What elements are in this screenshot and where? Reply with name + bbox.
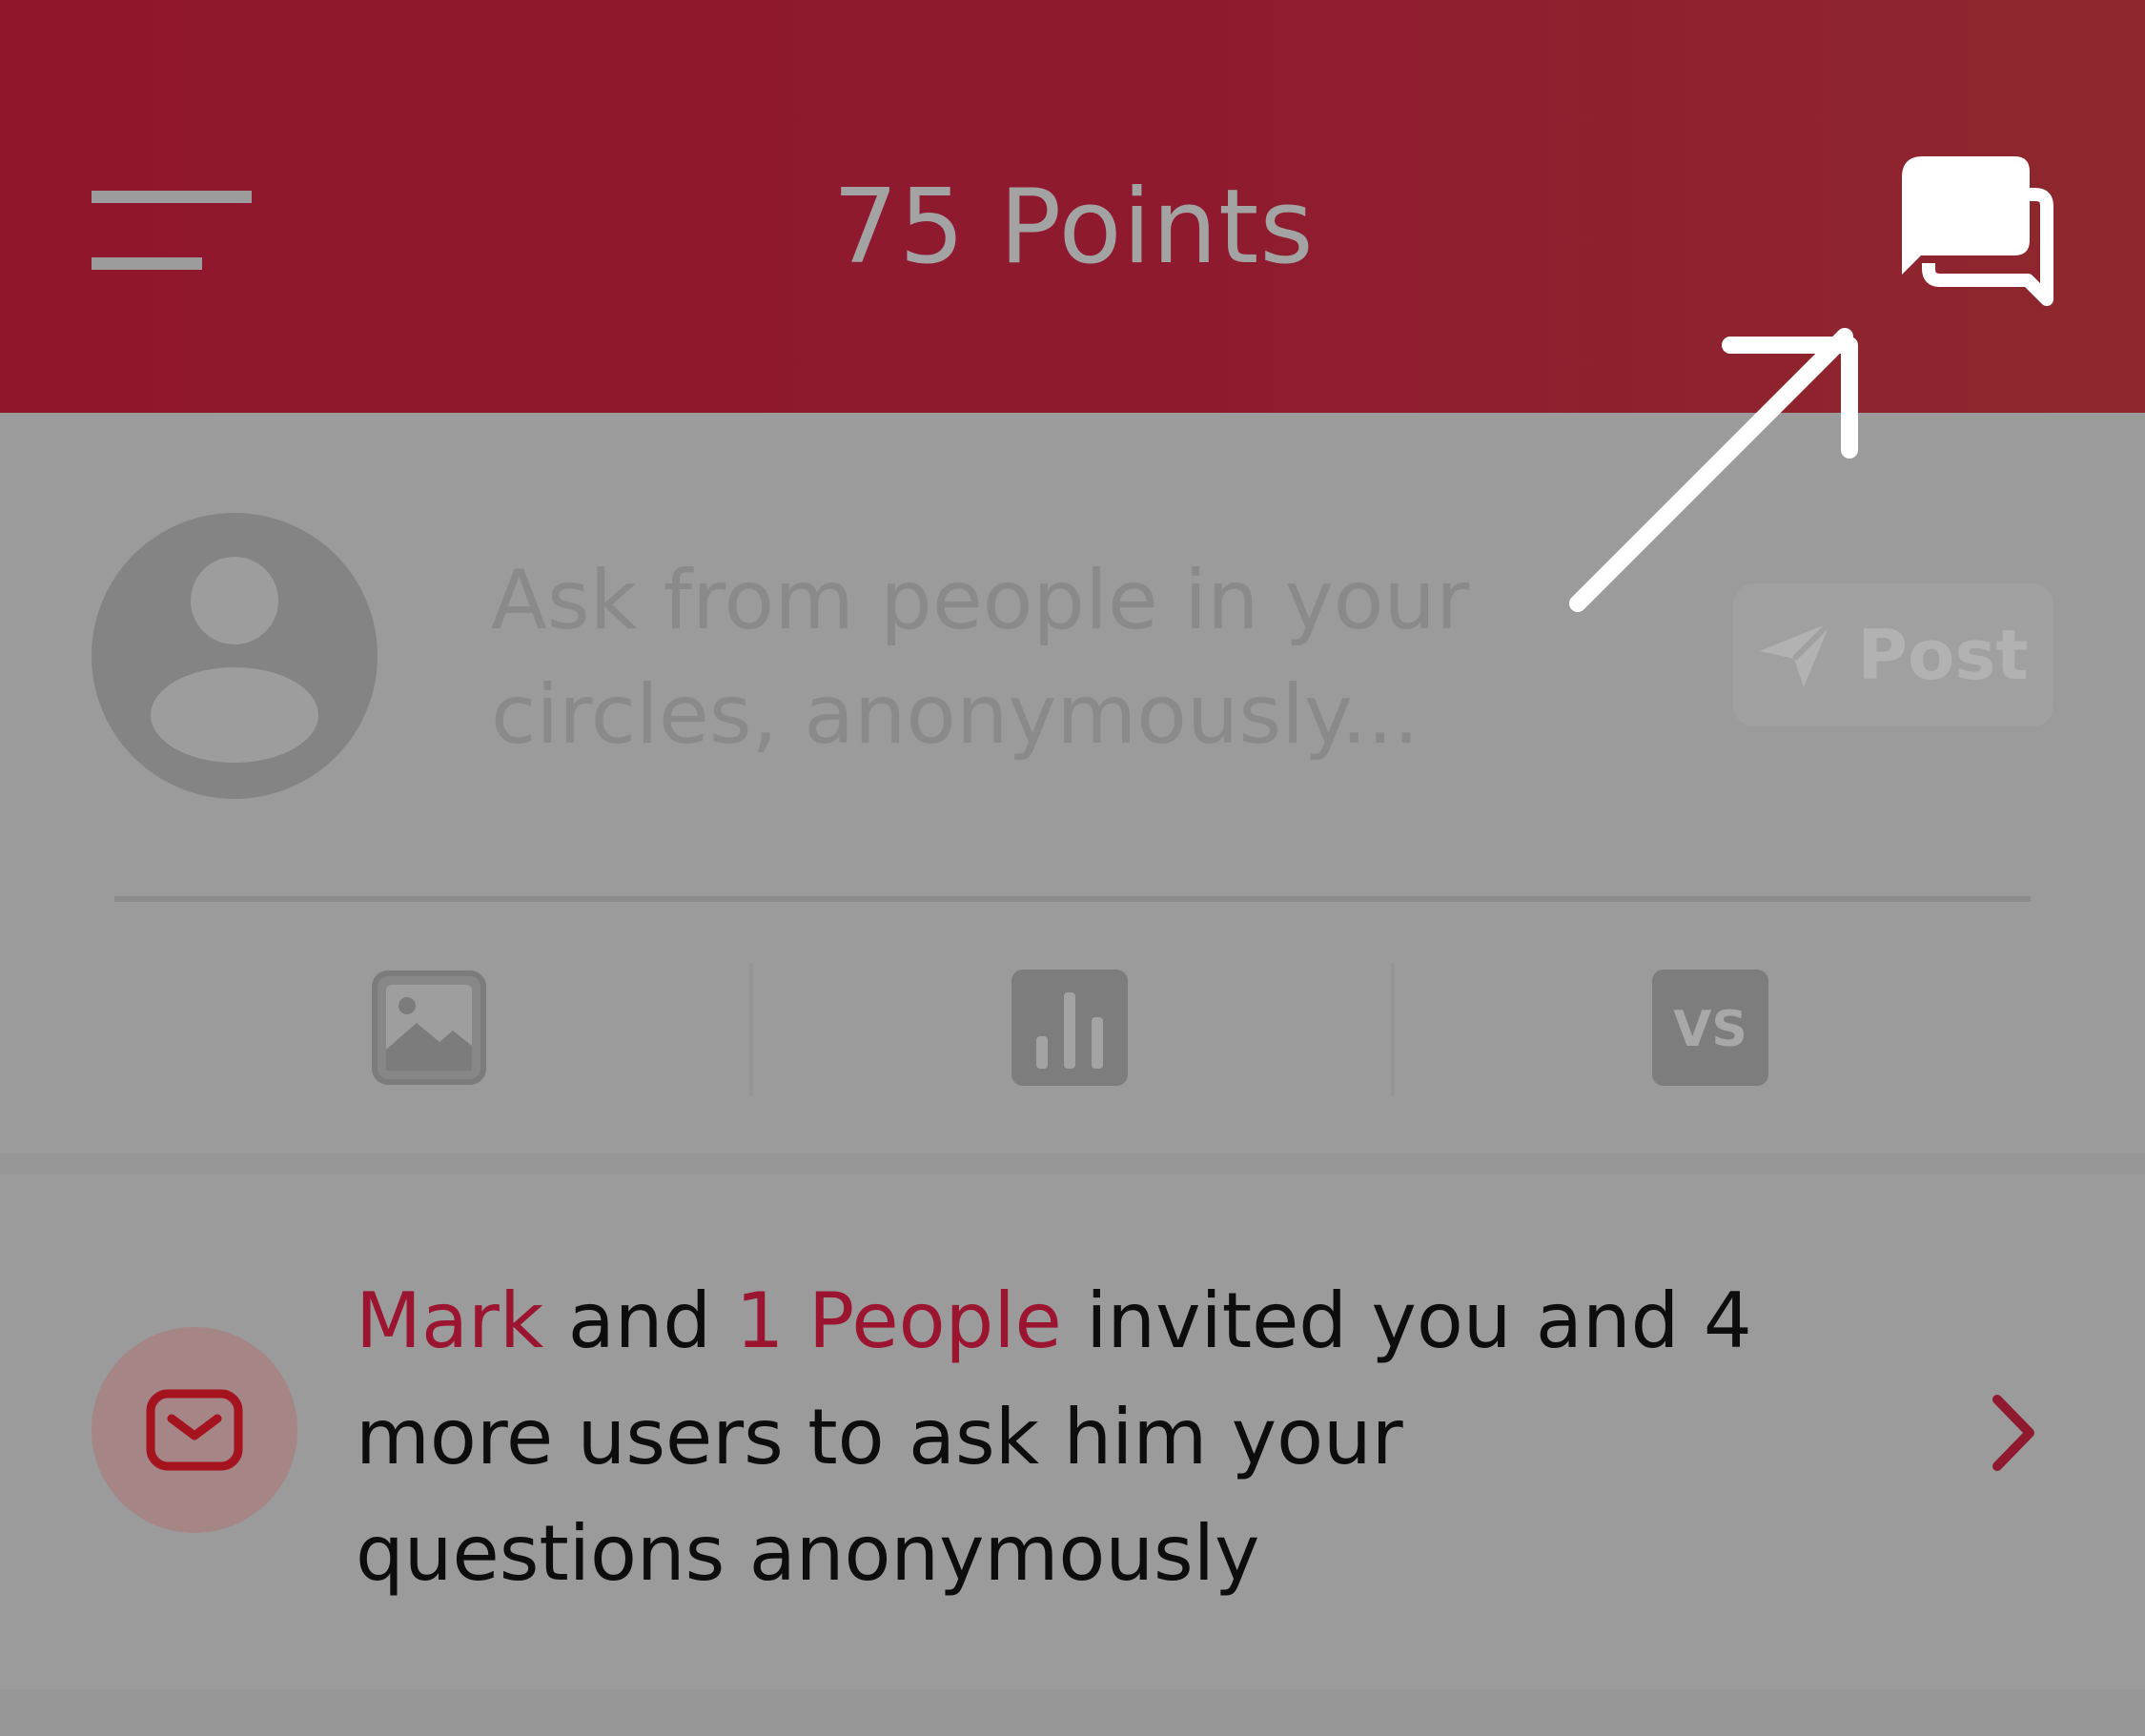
chat-bubbles-icon bbox=[1902, 156, 2053, 306]
composer-divider bbox=[114, 896, 2031, 902]
send-icon bbox=[1760, 621, 1833, 687]
add-poll-button[interactable] bbox=[1011, 970, 1128, 1086]
invite-message: Mark and 1 People invited you and 4 more… bbox=[356, 1263, 1786, 1612]
inviter-name[interactable]: Mark bbox=[356, 1276, 543, 1365]
ask-input[interactable]: Ask from people in your circles, anonymo… bbox=[491, 543, 1559, 772]
vs-icon: VS bbox=[1652, 970, 1768, 1086]
section-separator bbox=[0, 1689, 2145, 1736]
inviter-people[interactable]: 1 People bbox=[736, 1276, 1062, 1365]
image-icon bbox=[372, 970, 486, 1085]
points-title: 75 Points bbox=[832, 168, 1315, 287]
poll-icon bbox=[1011, 970, 1128, 1086]
app-screen: 75 Points Ask from people in your circle… bbox=[0, 0, 2145, 1736]
add-versus-button[interactable]: VS bbox=[1652, 970, 1768, 1086]
invite-connector: and bbox=[567, 1276, 712, 1365]
chat-button[interactable] bbox=[1902, 156, 2064, 309]
chevron-right-icon[interactable] bbox=[1986, 1390, 2043, 1476]
section-separator bbox=[0, 1154, 2145, 1174]
tool-separator bbox=[1391, 963, 1395, 1096]
mail-icon bbox=[146, 1389, 243, 1471]
tutorial-arrow-icon bbox=[1569, 328, 1858, 612]
tool-separator bbox=[749, 963, 753, 1096]
invite-icon-badge bbox=[92, 1327, 297, 1533]
post-label: Post bbox=[1857, 615, 2029, 695]
svg-text:VS: VS bbox=[1673, 1001, 1747, 1058]
avatar-icon bbox=[92, 513, 378, 799]
add-image-button[interactable] bbox=[371, 970, 487, 1086]
